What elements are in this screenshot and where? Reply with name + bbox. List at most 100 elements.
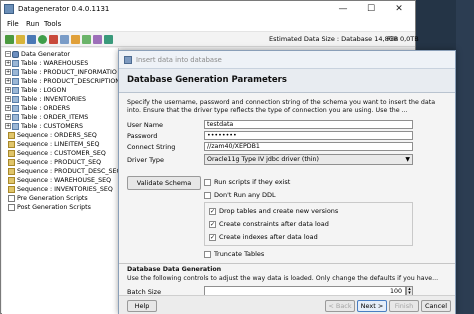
close-button[interactable]: ✕ xyxy=(385,1,413,18)
tree-item-table[interactable]: + Table : CUSTOMERS xyxy=(5,122,83,131)
next-button[interactable]: Next > xyxy=(357,300,387,312)
menu-run[interactable]: Run xyxy=(26,20,39,28)
password-label: Password xyxy=(127,132,158,140)
tree-item-label: Table : INVENTORIES xyxy=(21,96,86,103)
create-indexes-checkbox[interactable]: ✓ Create indexes after data load xyxy=(209,233,318,241)
database-icon[interactable] xyxy=(60,35,69,44)
table-icon xyxy=(12,113,19,121)
expand-icon[interactable]: + xyxy=(5,96,11,102)
tree-item-label: Post Generation Scripts xyxy=(17,204,91,211)
expand-icon[interactable]: + xyxy=(5,60,11,66)
dialog-icon xyxy=(124,56,132,64)
tree-item-label: Sequence : CUSTOMER_SEQ xyxy=(17,150,106,157)
tree-item-table[interactable]: + Table : PRODUCT_INFORMATIO xyxy=(5,68,117,77)
run-icon[interactable] xyxy=(38,35,47,44)
table-icon xyxy=(12,59,19,67)
tree-item-table[interactable]: + Table : ORDERS xyxy=(5,104,70,113)
chevron-down-icon: ▼ xyxy=(405,156,410,163)
description-line-1: Specify the username, password and conne… xyxy=(127,99,436,106)
tree-item-table[interactable]: + Table : WAREHOUSES xyxy=(5,59,88,68)
expand-icon[interactable]: + xyxy=(5,114,11,120)
file-size: File 0,0TB xyxy=(387,35,419,43)
data-section-description: Use the following controls to adjust the… xyxy=(127,275,439,282)
driver-type-label: Driver Type xyxy=(127,156,164,164)
tree-item-seq[interactable]: Sequence : PRODUCT_DESC_SEQ xyxy=(8,167,118,176)
tree-item-seq[interactable]: Sequence : PRODUCT_SEQ xyxy=(8,158,101,167)
expand-icon[interactable]: + xyxy=(5,123,11,129)
tree-item-table[interactable]: + Table : LOGON xyxy=(5,86,66,95)
schema-tree: − Data Generator + Table : WAREHOUSES + Tabl… xyxy=(2,48,119,314)
connect-string-input[interactable]: //zam40/XEPDB1 xyxy=(204,142,413,151)
tree-item-seq[interactable]: Sequence : ORDERS_SEQ xyxy=(8,131,97,140)
tree-item-table[interactable]: + Table : PRODUCT_DESCRIPTION xyxy=(5,77,118,86)
tree-item-label: Sequence : INVENTORIES_SEQ xyxy=(17,186,113,193)
sequence-icon xyxy=(8,149,15,157)
section-divider xyxy=(119,263,455,264)
table-icon xyxy=(12,122,19,130)
tree-item-script[interactable]: Post Generation Scripts xyxy=(8,203,91,212)
maximize-button[interactable]: ☐ xyxy=(357,1,385,18)
generate-icon[interactable] xyxy=(82,35,91,44)
tree-item-label: Table : CUSTOMERS xyxy=(21,123,83,130)
tree-item-label: Table : LOGON xyxy=(21,87,67,94)
dialog-heading: Database Generation Parameters xyxy=(127,75,287,85)
check-icon[interactable] xyxy=(104,35,113,44)
menu-file[interactable]: File xyxy=(7,20,19,28)
tree-item-script[interactable]: Pre Generation Scripts xyxy=(8,194,88,203)
back-button[interactable]: < Back xyxy=(325,300,355,312)
stop-icon[interactable] xyxy=(49,35,58,44)
tree-item-seq[interactable]: Sequence : WAREHOUSE_SEQ xyxy=(8,176,111,185)
sequence-icon xyxy=(8,185,15,193)
app-icon xyxy=(4,4,14,14)
table-icon xyxy=(12,77,19,85)
tree-item-label: Table : ORDERS xyxy=(21,105,70,112)
password-input[interactable]: •••••••• xyxy=(204,131,413,140)
expand-icon[interactable]: + xyxy=(5,78,11,84)
export-icon[interactable] xyxy=(71,35,80,44)
sequence-icon xyxy=(8,140,15,148)
validate-schema-button[interactable]: Validate Schema xyxy=(127,176,201,190)
tree-root[interactable]: − Data Generator xyxy=(5,50,70,59)
ddl-options-group: ✓ Drop tables and create new versions ✓ Cr… xyxy=(204,202,413,246)
finish-button[interactable]: Finish xyxy=(389,300,419,312)
table-icon xyxy=(12,68,19,76)
truncate-tables-checkbox[interactable]: Truncate Tables xyxy=(204,250,264,258)
tree-item-seq[interactable]: Sequence : LINEITEM_SEQ xyxy=(8,140,99,149)
open-icon[interactable] xyxy=(16,35,25,44)
cancel-button[interactable]: Cancel xyxy=(421,300,451,312)
description-line-2: into. Ensure that the driver type reflec… xyxy=(127,107,408,114)
run-scripts-checkbox[interactable]: Run scripts if they exist xyxy=(204,178,290,186)
driver-type-select[interactable]: Oracle11g Type IV jdbc driver (thin) ▼ xyxy=(204,154,413,165)
minimize-button[interactable]: — xyxy=(329,1,357,18)
drop-tables-checkbox[interactable]: ✓ Drop tables and create new versions xyxy=(209,207,338,215)
insert-data-dialog: Insert data into database Database Gener… xyxy=(118,50,456,314)
new-icon[interactable] xyxy=(5,35,14,44)
expand-icon[interactable]: + xyxy=(5,87,11,93)
data-section-header: Database Data Generation xyxy=(127,266,222,273)
batch-size-value: 100 xyxy=(389,288,402,295)
checkbox-unchecked-icon xyxy=(204,250,211,258)
sequence-icon xyxy=(8,176,15,184)
tree-item-label: Sequence : PRODUCT_SEQ xyxy=(17,159,102,166)
dont-run-ddl-checkbox[interactable]: Don't Run any DDL xyxy=(204,191,276,199)
username-label: User Name xyxy=(127,121,164,129)
expand-icon[interactable]: + xyxy=(5,105,11,111)
collapse-icon[interactable]: − xyxy=(5,51,11,57)
tree-item-table[interactable]: + Table : INVENTORIES xyxy=(5,95,86,104)
estimated-size: Estimated Data Size : Database 14,8GB xyxy=(269,35,399,43)
menu-tools[interactable]: Tools xyxy=(44,20,61,28)
create-constraints-checkbox[interactable]: ✓ Create constraints after data load xyxy=(209,220,329,228)
tree-item-seq[interactable]: Sequence : INVENTORIES_SEQ xyxy=(8,185,113,194)
tree-item-seq[interactable]: Sequence : CUSTOMER_SEQ xyxy=(8,149,106,158)
help-button[interactable]: Help xyxy=(127,300,157,312)
tree-item-label: Sequence : WAREHOUSE_SEQ xyxy=(17,177,112,184)
checkbox-checked-icon: ✓ xyxy=(209,220,216,228)
menu-bar: File Run Tools xyxy=(1,18,415,32)
database-icon xyxy=(12,50,19,58)
username-input[interactable]: testdata xyxy=(204,120,413,129)
tree-item-table[interactable]: + Table : ORDER_ITEMS xyxy=(5,113,88,122)
button-bar: Help < Back Next > Finish Cancel xyxy=(119,295,455,314)
expand-icon[interactable]: + xyxy=(5,69,11,75)
settings-icon[interactable] xyxy=(93,35,102,44)
save-icon[interactable] xyxy=(27,35,36,44)
